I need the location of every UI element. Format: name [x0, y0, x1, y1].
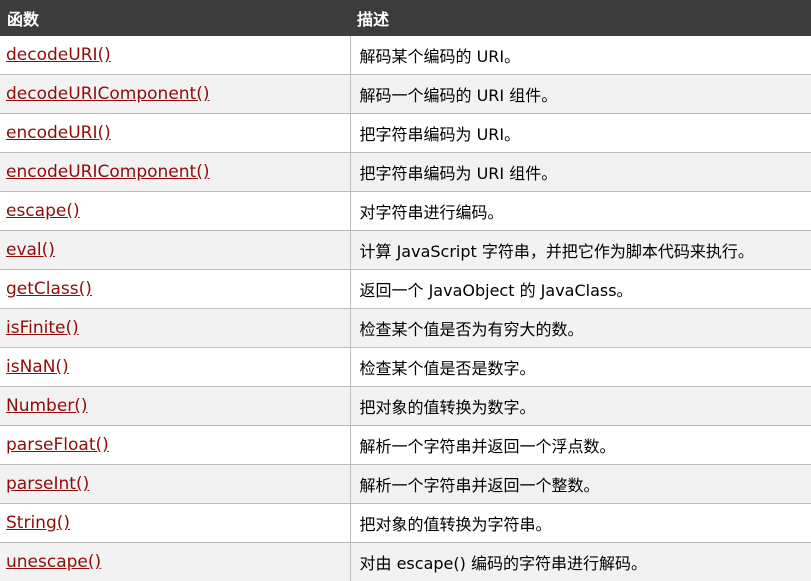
description-cell: 解析一个字符串并返回一个浮点数。 — [350, 425, 811, 465]
function-cell: encodeURIComponent() — [0, 152, 351, 192]
table-row: parseInt() 解析一个字符串并返回一个整数。 — [0, 464, 811, 504]
function-cell: parseInt() — [0, 464, 351, 504]
header-description: 描述 — [357, 10, 390, 29]
function-link[interactable]: String() — [6, 513, 70, 533]
description-cell: 返回一个 JavaObject 的 JavaClass。 — [350, 269, 811, 309]
table-row: Number() 把对象的值转换为数字。 — [0, 386, 811, 426]
table-row: String() 把对象的值转换为字符串。 — [0, 503, 811, 543]
function-link[interactable]: encodeURIComponent() — [6, 162, 209, 182]
description-cell: 把字符串编码为 URI 组件。 — [350, 152, 811, 192]
function-cell: unescape() — [0, 542, 351, 581]
table-row: isNaN() 检查某个值是否是数字。 — [0, 347, 811, 387]
table-row: isFinite() 检查某个值是否为有穷大的数。 — [0, 308, 811, 348]
functions-table: 函数 描述 decodeURI() 解码某个编码的 URI。 decodeURI… — [0, 0, 811, 581]
table-row: decodeURIComponent() 解码一个编码的 URI 组件。 — [0, 74, 811, 114]
function-cell: String() — [0, 503, 351, 543]
function-cell: escape() — [0, 191, 351, 231]
description-cell: 把对象的值转换为数字。 — [350, 386, 811, 426]
description-cell: 检查某个值是否为有穷大的数。 — [350, 308, 811, 348]
function-cell: isNaN() — [0, 347, 351, 387]
header-row: 函数 描述 — [0, 0, 811, 36]
table-body: decodeURI() 解码某个编码的 URI。 decodeURICompon… — [0, 36, 811, 581]
function-cell: parseFloat() — [0, 425, 351, 465]
table-row: parseFloat() 解析一个字符串并返回一个浮点数。 — [0, 425, 811, 465]
function-link[interactable]: parseFloat() — [6, 435, 109, 455]
description-cell: 解析一个字符串并返回一个整数。 — [350, 464, 811, 504]
function-cell: decodeURIComponent() — [0, 74, 351, 114]
function-cell: encodeURI() — [0, 113, 351, 153]
function-link[interactable]: decodeURI() — [6, 45, 111, 65]
function-link[interactable]: eval() — [6, 240, 55, 260]
function-cell: getClass() — [0, 269, 351, 309]
description-cell: 计算 JavaScript 字符串，并把它作为脚本代码来执行。 — [350, 230, 811, 270]
function-cell: decodeURI() — [0, 36, 351, 75]
description-cell: 对字符串进行编码。 — [350, 191, 811, 231]
description-cell: 解码一个编码的 URI 组件。 — [350, 74, 811, 114]
function-cell: Number() — [0, 386, 351, 426]
table-row: decodeURI() 解码某个编码的 URI。 — [0, 36, 811, 75]
description-cell: 解码某个编码的 URI。 — [350, 36, 811, 75]
function-link[interactable]: unescape() — [6, 552, 101, 572]
table-row: escape() 对字符串进行编码。 — [0, 191, 811, 231]
table-row: encodeURI() 把字符串编码为 URI。 — [0, 113, 811, 153]
function-link[interactable]: decodeURIComponent() — [6, 84, 209, 104]
table-row: unescape() 对由 escape() 编码的字符串进行解码。 — [0, 542, 811, 581]
function-link[interactable]: encodeURI() — [6, 123, 111, 143]
function-cell: isFinite() — [0, 308, 351, 348]
header-function: 函数 — [7, 10, 40, 29]
table-row: eval() 计算 JavaScript 字符串，并把它作为脚本代码来执行。 — [0, 230, 811, 270]
function-link[interactable]: isFinite() — [6, 318, 79, 338]
function-link[interactable]: Number() — [6, 396, 88, 416]
description-cell: 把对象的值转换为字符串。 — [350, 503, 811, 543]
function-cell: eval() — [0, 230, 351, 270]
table-row: encodeURIComponent() 把字符串编码为 URI 组件。 — [0, 152, 811, 192]
table-row: getClass() 返回一个 JavaObject 的 JavaClass。 — [0, 269, 811, 309]
function-link[interactable]: getClass() — [6, 279, 92, 299]
description-cell: 检查某个值是否是数字。 — [350, 347, 811, 387]
description-cell: 把字符串编码为 URI。 — [350, 113, 811, 153]
function-link[interactable]: isNaN() — [6, 357, 69, 377]
function-link[interactable]: parseInt() — [6, 474, 89, 494]
table-header: 函数 描述 — [0, 0, 811, 36]
function-link[interactable]: escape() — [6, 201, 80, 221]
description-cell: 对由 escape() 编码的字符串进行解码。 — [350, 542, 811, 581]
